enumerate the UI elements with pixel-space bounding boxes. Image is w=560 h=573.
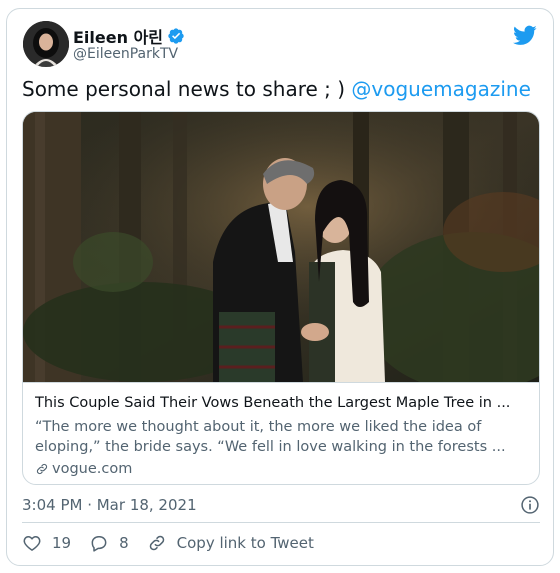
author-name-row[interactable]: Eileen 아린 (73, 25, 185, 47)
avatar[interactable] (23, 21, 69, 67)
reply-button[interactable]: 8 (89, 533, 129, 553)
reply-count: 8 (119, 534, 129, 552)
copy-link-label: Copy link to Tweet (176, 534, 314, 552)
divider (22, 522, 540, 523)
heart-icon (23, 536, 41, 551)
copy-link-button[interactable]: Copy link to Tweet (147, 533, 314, 553)
link-title[interactable]: This Couple Said Their Vows Beneath the … (35, 393, 527, 413)
link-preview-body[interactable]: This Couple Said Their Vows Beneath the … (23, 382, 539, 484)
tweet-text: Some personal news to share ; ) @voguema… (22, 77, 531, 101)
twitter-bird-icon[interactable] (513, 23, 537, 47)
link-preview-card[interactable]: This Couple Said Their Vows Beneath the … (22, 111, 540, 485)
verified-badge-icon (168, 28, 184, 44)
reply-icon (91, 536, 107, 552)
link-icon (36, 463, 48, 475)
display-name[interactable]: Eileen 아린 (73, 24, 163, 48)
like-button[interactable]: 19 (22, 533, 71, 553)
mention-link[interactable]: @voguemagazine (351, 77, 530, 101)
link-description: “The more we thought about it, the more … (35, 419, 506, 455)
link-domain-text: vogue.com (52, 461, 133, 477)
author-handle[interactable]: @EileenParkTV (73, 46, 178, 62)
like-count: 19 (52, 534, 72, 552)
tweet-card[interactable]: Eileen 아린 @EileenParkTV Some personal ne… (6, 8, 554, 566)
info-icon[interactable] (520, 495, 540, 515)
timestamp[interactable]: 3:04 PM · Mar 18, 2021 (22, 496, 197, 514)
link-domain: vogue.com (35, 459, 527, 479)
link-preview-image[interactable] (23, 112, 540, 382)
tweet-body: Some personal news to share ; ) (22, 77, 352, 101)
link-icon (149, 535, 164, 551)
action-bar: 19 8 Copy link to Tweet (22, 529, 332, 557)
timestamp-row: 3:04 PM · Mar 18, 2021 (22, 491, 540, 519)
